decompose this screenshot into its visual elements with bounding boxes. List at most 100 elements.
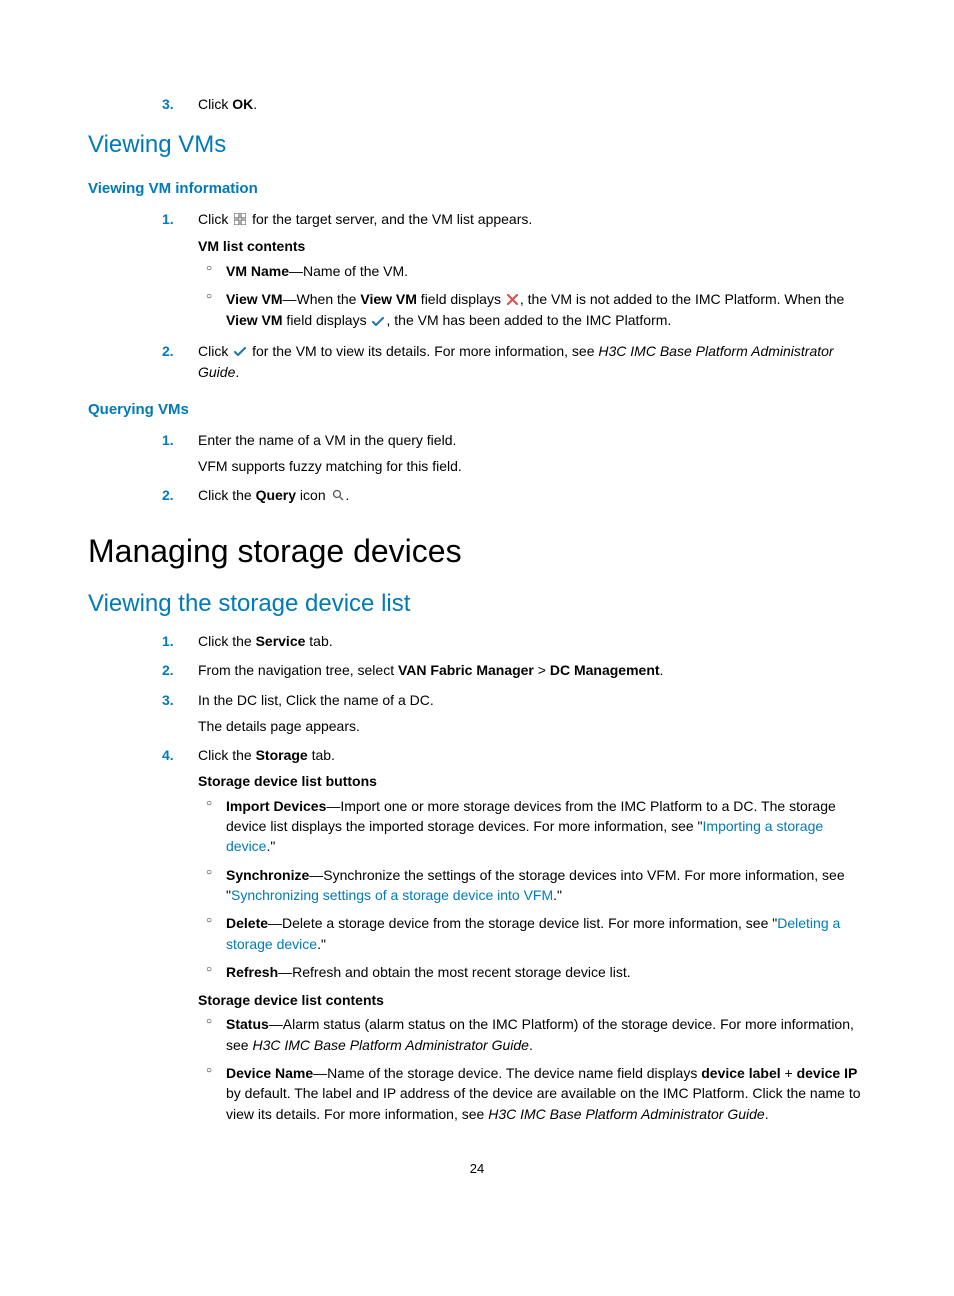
vm-list-contents: VM Name—Name of the VM. View VM—When the… [198, 261, 866, 332]
t: Synchronize [226, 867, 309, 883]
ref-title: H3C IMC Base Platform Administrator Guid… [252, 1037, 528, 1053]
querying-vm-steps: 1. Enter the name of a VM in the query f… [88, 430, 866, 507]
t: Click the [198, 487, 256, 503]
t: Enter the name of a VM in the query fiel… [198, 432, 456, 448]
step-number: 2. [162, 341, 192, 361]
t: Click the [198, 747, 256, 763]
vm-name-desc: —Name of the VM. [289, 263, 408, 279]
t: From the navigation tree, select [198, 662, 398, 678]
t: tab. [305, 633, 332, 649]
import-devices-item: Import Devices—Import one or more storag… [226, 796, 866, 857]
t: . [660, 662, 664, 678]
t: , the VM is not added to the IMC Platfor… [520, 291, 845, 307]
page-number: 24 [88, 1160, 866, 1178]
synchronize-item: Synchronize—Synchronize the settings of … [226, 865, 866, 906]
step-number: 1. [162, 430, 192, 450]
t: Service [256, 633, 306, 649]
t: Status [226, 1016, 269, 1032]
t: . [235, 364, 239, 380]
t: + [781, 1065, 797, 1081]
view-vm-item: View VM—When the View VM field displays … [226, 289, 866, 332]
t: . [529, 1037, 533, 1053]
refresh-item: Refresh—Refresh and obtain the most rece… [226, 962, 866, 982]
t: —When the [283, 291, 361, 307]
vv-step1-pre: Click [198, 211, 232, 227]
t: device IP [797, 1065, 858, 1081]
t: —Delete a storage device from the storag… [268, 915, 777, 931]
sd-step3-sub: The details page appears. [198, 716, 866, 736]
t: In the DC list, Click the name of a DC. [198, 692, 434, 708]
t: Click the [198, 633, 256, 649]
t: Storage [256, 747, 308, 763]
t: , the VM has been added to the IMC Platf… [386, 312, 671, 328]
step-text-post: . [253, 96, 257, 112]
t: Device Name [226, 1065, 313, 1081]
heading-managing-storage-devices: Managing storage devices [88, 529, 866, 574]
check-icon [234, 342, 246, 362]
device-name-item: Device Name—Name of the storage device. … [226, 1063, 866, 1124]
t: —Name of the storage device. The device … [313, 1065, 701, 1081]
t: field displays [283, 312, 371, 328]
sd-step-2: 2. From the navigation tree, select VAN … [162, 660, 866, 680]
step-text-bold: OK [232, 96, 253, 112]
step-number: 4. [162, 745, 192, 765]
step-number: 3. [162, 690, 192, 710]
sd-step-1: 1. Click the Service tab. [162, 631, 866, 651]
vm-name-label: VM Name [226, 263, 289, 279]
viewing-vm-steps: 1. Click for the target server, and the … [88, 209, 866, 383]
status-item: Status—Alarm status (alarm status on the… [226, 1014, 866, 1055]
storage-buttons-heading: Storage device list buttons [198, 771, 866, 791]
heading-viewing-vm-information: Viewing VM information [88, 178, 866, 199]
step-number: 2. [162, 485, 192, 505]
step-number: 1. [162, 209, 192, 229]
t: VAN Fabric Manager [398, 662, 534, 678]
heading-viewing-storage-device-list: Viewing the storage device list [88, 587, 866, 621]
check-icon [372, 312, 384, 332]
view-vm-label: View VM [226, 291, 283, 307]
delete-item: Delete—Delete a storage device from the … [226, 913, 866, 954]
vv-step-2: 2. Click for the VM to view its details.… [162, 341, 866, 383]
storage-buttons-list: Import Devices—Import one or more storag… [198, 796, 866, 982]
heading-querying-vms: Querying VMs [88, 399, 866, 420]
heading-viewing-vms: Viewing VMs [88, 128, 866, 162]
vv-step-1: 1. Click for the target server, and the … [162, 209, 866, 332]
step-number: 2. [162, 660, 192, 680]
t: field displays [417, 291, 505, 307]
t: —Refresh and obtain the most recent stor… [278, 964, 631, 980]
sd-step-3: 3. In the DC list, Click the name of a D… [162, 690, 866, 737]
t: tab. [308, 747, 335, 763]
expand-tree-icon [234, 210, 246, 230]
t: icon [296, 487, 329, 503]
x-icon [507, 290, 518, 310]
sd-step-4: 4. Click the Storage tab. Storage device… [162, 745, 866, 1124]
step-text-pre: Click [198, 96, 232, 112]
t: Refresh [226, 964, 278, 980]
step-number: 1. [162, 631, 192, 651]
t: ." [317, 936, 326, 952]
t: View VM [226, 312, 283, 328]
t: . [765, 1106, 769, 1122]
t: for the VM to view its details. For more… [248, 343, 598, 359]
t: device label [701, 1065, 780, 1081]
t: Import Devices [226, 798, 326, 814]
storage-contents-heading: Storage device list contents [198, 990, 866, 1010]
step-3: 3. Click OK. [162, 94, 866, 114]
qv-step1-sub: VFM supports fuzzy matching for this fie… [198, 456, 866, 476]
storage-contents-list: Status—Alarm status (alarm status on the… [198, 1014, 866, 1123]
t: ." [266, 838, 275, 854]
t: Delete [226, 915, 268, 931]
magnifier-icon [332, 486, 344, 506]
t: DC Management [550, 662, 660, 678]
qv-step-2: 2. Click the Query icon . [162, 485, 866, 506]
step-list-top: 3. Click OK. [88, 94, 866, 114]
t: > [534, 662, 550, 678]
storage-device-steps: 1. Click the Service tab. 2. From the na… [88, 631, 866, 1124]
t: . [346, 487, 350, 503]
t: Query [256, 487, 296, 503]
vm-name-item: VM Name—Name of the VM. [226, 261, 866, 281]
link-synchronizing-settings[interactable]: Synchronizing settings of a storage devi… [231, 887, 553, 903]
ref-title: H3C IMC Base Platform Administrator Guid… [488, 1106, 764, 1122]
vm-list-contents-heading: VM list contents [198, 236, 866, 256]
t: Click [198, 343, 232, 359]
t: View VM [360, 291, 417, 307]
